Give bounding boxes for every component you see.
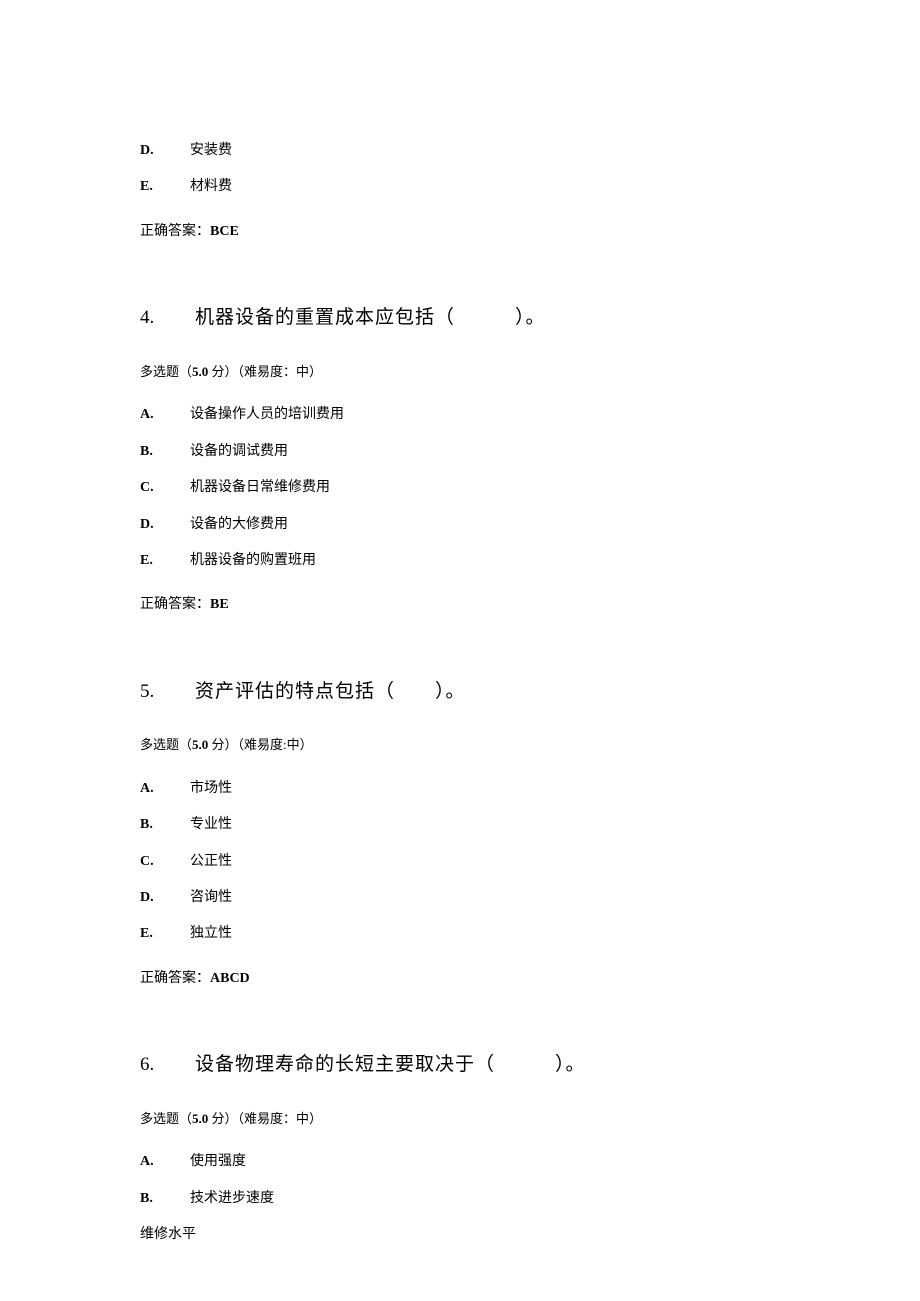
meta-suffix: 分）（难易度：中）	[208, 364, 322, 379]
option-letter: C.	[140, 477, 190, 499]
answer-value: BCE	[210, 224, 239, 239]
answer-row: 正确答案：BCE	[140, 221, 800, 243]
option-letter: B.	[140, 441, 190, 463]
orphan-option-text: 维修水平	[140, 1224, 800, 1246]
answer-label: 正确答案：	[140, 971, 210, 986]
question-title: 5. 资产评估的特点包括（ ）。	[140, 677, 800, 707]
meta-prefix: 多选题（	[140, 364, 192, 379]
option-letter: B.	[140, 814, 190, 836]
option-text: 安装费	[190, 140, 232, 162]
option-text: 专业性	[190, 814, 232, 836]
question-6: 6. 设备物理寿命的长短主要取决于（ ）。 多选题（5.0 分）（难易度：中） …	[140, 1050, 800, 1246]
option-text: 材料费	[190, 176, 232, 198]
option-letter: D.	[140, 887, 190, 909]
option-text: 独立性	[190, 923, 232, 945]
option-letter: A.	[140, 778, 190, 800]
option-row: B. 设备的调试费用	[140, 441, 800, 463]
option-row: C. 公正性	[140, 851, 800, 873]
question-number: 5.	[140, 677, 195, 707]
option-text: 机器设备的购置班用	[190, 550, 316, 572]
question-5: 5. 资产评估的特点包括（ ）。 多选题（5.0 分）（难易度:中） A. 市场…	[140, 677, 800, 991]
option-row: B. 技术进步速度	[140, 1188, 800, 1210]
option-row: A. 市场性	[140, 778, 800, 800]
question-number: 4.	[140, 303, 195, 333]
answer-value: BE	[210, 597, 229, 612]
question-title: 6. 设备物理寿命的长短主要取决于（ ）。	[140, 1050, 800, 1080]
option-row: D. 设备的大修费用	[140, 514, 800, 536]
question-meta: 多选题（5.0 分）（难易度：中）	[140, 362, 800, 383]
question-text: 设备物理寿命的长短主要取决于（ ）。	[195, 1050, 586, 1080]
option-row: A. 设备操作人员的培训费用	[140, 404, 800, 426]
question-meta: 多选题（5.0 分）（难易度:中）	[140, 735, 800, 756]
answer-row: 正确答案：ABCD	[140, 968, 800, 990]
question-4: 4. 机器设备的重置成本应包括（ ）。 多选题（5.0 分）（难易度：中） A.…	[140, 303, 800, 617]
option-row: D. 咨询性	[140, 887, 800, 909]
answer-label: 正确答案：	[140, 597, 210, 612]
option-text: 技术进步速度	[190, 1188, 274, 1210]
option-letter: E.	[140, 550, 190, 572]
meta-suffix: 分）（难易度:中）	[208, 737, 312, 752]
option-text: 使用强度	[190, 1151, 246, 1173]
question-meta: 多选题（5.0 分）（难易度：中）	[140, 1109, 800, 1130]
question-text: 资产评估的特点包括（ ）。	[195, 677, 466, 707]
question-text: 机器设备的重置成本应包括（ ）。	[195, 303, 546, 333]
option-row: E. 独立性	[140, 923, 800, 945]
option-text: 机器设备日常维修费用	[190, 477, 330, 499]
option-row: C. 机器设备日常维修费用	[140, 477, 800, 499]
option-text: 公正性	[190, 851, 232, 873]
option-letter: A.	[140, 1151, 190, 1173]
option-text: 设备的调试费用	[190, 441, 288, 463]
option-row: B. 专业性	[140, 814, 800, 836]
option-letter: A.	[140, 404, 190, 426]
option-letter: B.	[140, 1188, 190, 1210]
meta-points: 5.0	[192, 364, 208, 379]
answer-value: ABCD	[210, 971, 250, 986]
meta-suffix: 分）（难易度：中）	[208, 1111, 322, 1126]
option-row: D. 安装费	[140, 140, 800, 162]
option-text: 咨询性	[190, 887, 232, 909]
answer-row: 正确答案：BE	[140, 594, 800, 616]
meta-points: 5.0	[192, 1111, 208, 1126]
option-text: 市场性	[190, 778, 232, 800]
option-letter: E.	[140, 923, 190, 945]
option-letter: E.	[140, 176, 190, 198]
option-letter: D.	[140, 140, 190, 162]
meta-prefix: 多选题（	[140, 737, 192, 752]
option-text: 设备操作人员的培训费用	[190, 404, 344, 426]
meta-points: 5.0	[192, 737, 208, 752]
question-title: 4. 机器设备的重置成本应包括（ ）。	[140, 303, 800, 333]
meta-prefix: 多选题（	[140, 1111, 192, 1126]
option-row: A. 使用强度	[140, 1151, 800, 1173]
option-text: 设备的大修费用	[190, 514, 288, 536]
question-number: 6.	[140, 1050, 195, 1080]
option-row: E. 材料费	[140, 176, 800, 198]
option-letter: C.	[140, 851, 190, 873]
option-row: E. 机器设备的购置班用	[140, 550, 800, 572]
question-3-tail: D. 安装费 E. 材料费 正确答案：BCE	[140, 140, 800, 243]
answer-label: 正确答案：	[140, 224, 210, 239]
option-letter: D.	[140, 514, 190, 536]
